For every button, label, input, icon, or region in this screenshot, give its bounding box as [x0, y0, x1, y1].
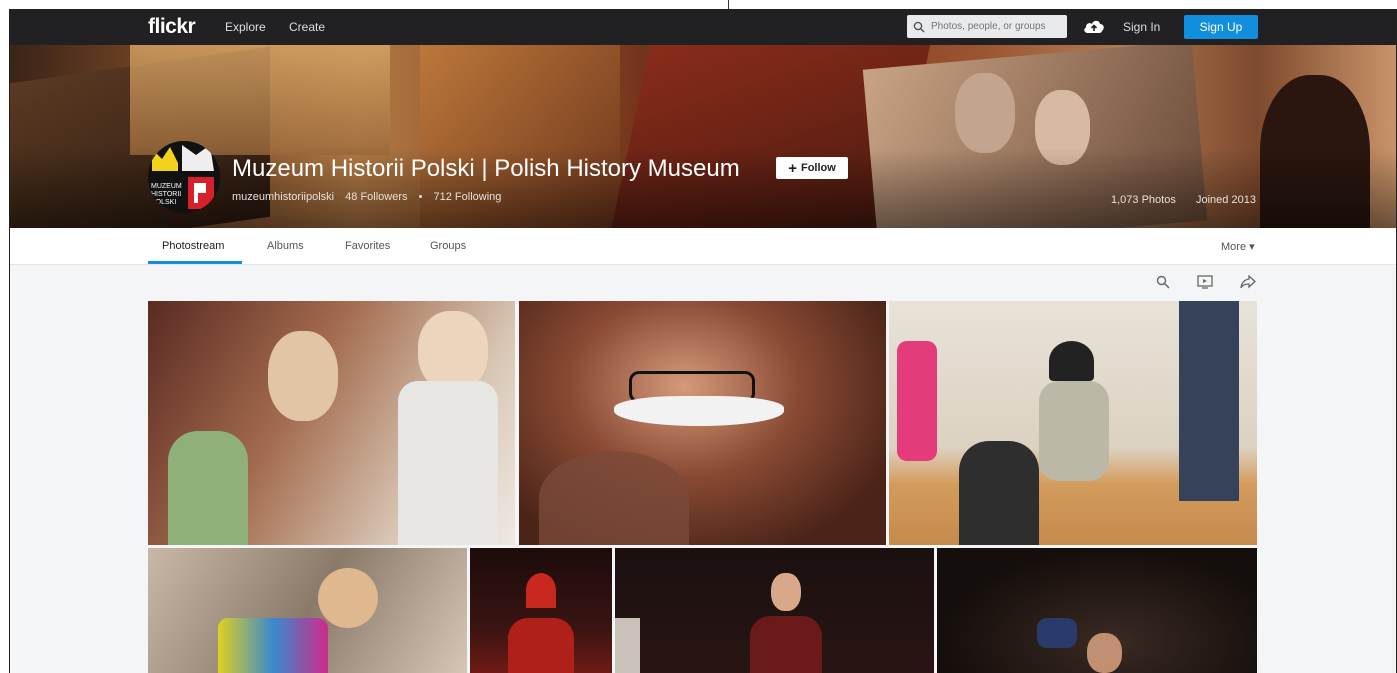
joined-date: Joined 2013: [1196, 194, 1256, 206]
photo-detail: [218, 618, 328, 673]
following-link[interactable]: 712 Following: [434, 191, 502, 203]
explore-link[interactable]: Explore: [225, 20, 266, 34]
sign-in-link[interactable]: Sign In: [1123, 20, 1160, 34]
photo-detail: [959, 441, 1039, 545]
top-divider: [728, 0, 729, 9]
photo-detail: [539, 451, 689, 545]
photo-detail: [268, 331, 338, 421]
photo-tile[interactable]: [148, 301, 515, 545]
photo-tile[interactable]: [615, 548, 934, 673]
search-icon: [913, 21, 925, 33]
cover-face: [955, 73, 1015, 153]
profile-title: Muzeum Historii Polski | Polish History …: [232, 155, 740, 182]
photo-detail: [526, 573, 556, 608]
avatar-text: MUZEUM: [151, 183, 182, 190]
create-link[interactable]: Create: [289, 20, 325, 34]
cover-photo: MUZEUM HISTORII POLSKI Muzeum Historii P…: [10, 45, 1396, 228]
photo-tile[interactable]: [937, 548, 1257, 673]
photo-detail: [1179, 301, 1239, 501]
slideshow-icon[interactable]: [1197, 275, 1213, 289]
photos-count: 1,073 Photos: [1111, 194, 1176, 206]
browser-frame: flickr Explore Create Sign In Sign Up: [9, 9, 1397, 673]
photo-detail: [1039, 381, 1109, 481]
photo-detail: [771, 573, 801, 611]
search-icon[interactable]: [1156, 275, 1170, 289]
photo-detail: [615, 618, 640, 673]
avatar-text: HISTORII: [151, 191, 181, 198]
tab-albums[interactable]: Albums: [267, 240, 304, 252]
username: muzeumhistoriipolski: [232, 191, 335, 203]
photo-detail: [750, 616, 822, 673]
search-box[interactable]: [907, 15, 1067, 38]
tab-photostream[interactable]: Photostream: [162, 240, 224, 252]
profile-meta: muzeumhistoriipolski 48 Followers • 712 …: [232, 191, 509, 203]
sign-up-button[interactable]: Sign Up: [1184, 15, 1258, 39]
photo-detail: [168, 431, 248, 545]
photo-detail: [418, 311, 488, 391]
photo-tile[interactable]: [470, 548, 612, 673]
search-input[interactable]: [929, 20, 1063, 33]
profile-tabs: Photostream Albums Favorites Groups More…: [10, 228, 1396, 265]
follow-button[interactable]: + Follow: [776, 157, 848, 179]
flickr-logo[interactable]: flickr: [148, 15, 196, 39]
photo-detail: [1037, 618, 1077, 648]
separator: •: [418, 191, 423, 203]
tab-groups[interactable]: Groups: [430, 240, 466, 252]
photo-detail: [1049, 341, 1094, 381]
avatar[interactable]: MUZEUM HISTORII POLSKI: [148, 141, 220, 213]
photo-detail: [897, 341, 937, 461]
photo-tile[interactable]: [148, 548, 467, 673]
photo-detail: [398, 381, 498, 545]
top-nav: flickr Explore Create Sign In Sign Up: [10, 9, 1396, 45]
photo-tile[interactable]: [889, 301, 1257, 545]
photo-detail: [318, 568, 378, 628]
cover-shape: [130, 45, 390, 155]
share-icon[interactable]: [1240, 275, 1256, 289]
photo-detail: [614, 396, 784, 426]
active-tab-indicator: [148, 261, 242, 264]
photo-tile[interactable]: [519, 301, 886, 545]
follow-label: Follow: [800, 162, 836, 174]
photo-detail: [508, 618, 574, 673]
plus-icon: +: [788, 159, 797, 177]
tab-favorites[interactable]: Favorites: [345, 240, 390, 252]
followers-link[interactable]: 48 Followers: [345, 191, 407, 203]
photo-detail: [1087, 633, 1122, 673]
museum-logo-icon: MUZEUM HISTORII POLSKI: [148, 141, 220, 213]
upload-cloud-icon[interactable]: [1083, 18, 1105, 34]
more-menu[interactable]: More ▾: [1221, 240, 1255, 253]
